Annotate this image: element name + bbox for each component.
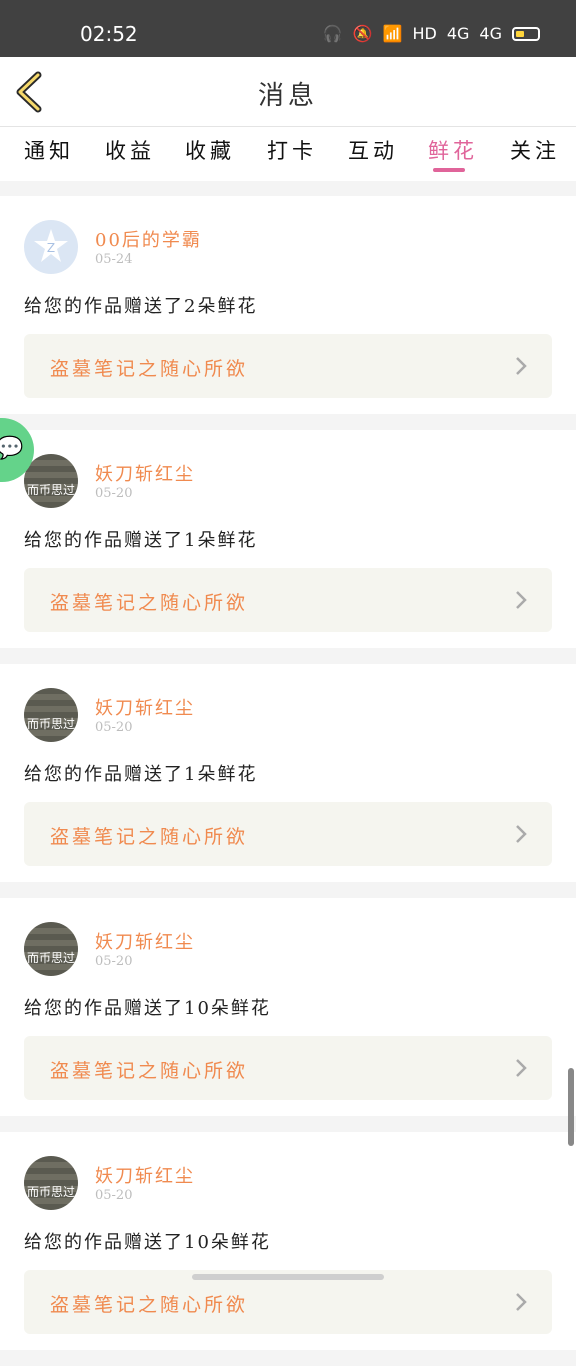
work-title: 盗墓笔记之随心所欲 xyxy=(50,1060,249,1082)
hd-label: HD xyxy=(412,24,437,43)
tab-earnings[interactable]: 收益 xyxy=(105,135,155,165)
message-text: 给您的作品赠送了2朵鲜花 xyxy=(24,296,258,317)
message-text: 给您的作品赠送了10朵鲜花 xyxy=(24,998,271,1019)
avatar-caption: 而币思过 xyxy=(26,483,75,497)
status-icons: 🎧 🔕 📶 HD 4G 4G xyxy=(323,24,540,43)
tab-checkin[interactable]: 打卡 xyxy=(267,135,317,165)
tab-notice[interactable]: 通知 xyxy=(24,135,74,165)
avatar[interactable]: Z xyxy=(24,220,78,274)
avatar[interactable]: 而币思过 xyxy=(24,1156,78,1210)
message-date: 05-24 xyxy=(95,252,133,267)
work-title: 盗墓笔记之随心所欲 xyxy=(50,592,249,614)
chevron-right-icon xyxy=(516,1293,527,1311)
message-date: 05-20 xyxy=(95,486,133,501)
tab-follow[interactable]: 关注 xyxy=(510,135,560,165)
page-title: 消息 xyxy=(257,81,318,111)
scrollbar-thumb[interactable] xyxy=(568,1068,574,1146)
message-text: 给您的作品赠送了10朵鲜花 xyxy=(24,1232,271,1253)
avatar-caption: 而币思过 xyxy=(26,951,75,965)
tab-flowers[interactable]: 鲜花 xyxy=(428,135,478,165)
work-link[interactable]: 盗墓笔记之随心所欲 xyxy=(24,1036,552,1100)
default-avatar-icon: Z xyxy=(34,229,68,262)
tab-interaction[interactable]: 互动 xyxy=(348,135,398,165)
signal-4g-icon-1: 4G xyxy=(446,24,470,43)
list-item: 而币思过 妖刀斩红尘 05-20 给您的作品赠送了10朵鲜花 盗墓笔记之随心所欲 xyxy=(0,1132,576,1350)
mute-icon: 🔕 xyxy=(352,24,373,43)
sender-name[interactable]: 妖刀斩红尘 xyxy=(95,928,195,954)
chat-bubble-icon: 💬 xyxy=(0,436,24,461)
message-list: Z 00后的学霸 05-24 给您的作品赠送了2朵鲜花 盗墓笔记之随心所欲 而币… xyxy=(0,196,576,1366)
page-header: 消息 xyxy=(0,57,576,127)
chevron-right-icon xyxy=(516,591,527,609)
sender-name[interactable]: 妖刀斩红尘 xyxy=(95,694,195,720)
work-link[interactable]: 盗墓笔记之随心所欲 xyxy=(24,334,552,398)
avatar[interactable]: 而币思过 xyxy=(24,688,78,742)
work-title: 盗墓笔记之随心所欲 xyxy=(50,826,249,848)
home-indicator[interactable] xyxy=(192,1274,384,1280)
work-link[interactable]: 盗墓笔记之随心所欲 xyxy=(24,802,552,866)
status-bar: 02:52 🎧 🔕 📶 HD 4G 4G xyxy=(0,0,576,57)
wifi-icon: 📶 xyxy=(382,24,403,43)
active-tab-indicator xyxy=(433,168,465,172)
svg-text:Z: Z xyxy=(47,241,55,255)
work-title: 盗墓笔记之随心所欲 xyxy=(50,358,249,380)
list-item: 而币思过 妖刀斩红尘 05-20 给您的作品赠送了10朵鲜花 盗墓笔记之随心所欲 xyxy=(0,898,576,1116)
message-text: 给您的作品赠送了1朵鲜花 xyxy=(24,530,258,551)
tab-favorites[interactable]: 收藏 xyxy=(185,135,235,165)
chevron-right-icon xyxy=(516,825,527,843)
headphones-icon: 🎧 xyxy=(322,24,343,43)
signal-4g-icon-2: 4G xyxy=(479,24,502,43)
avatar[interactable]: 而币思过 xyxy=(24,922,78,976)
sender-name[interactable]: 妖刀斩红尘 xyxy=(95,1162,195,1188)
work-title: 盗墓笔记之随心所欲 xyxy=(50,1294,249,1316)
battery-icon xyxy=(512,26,540,41)
sender-name[interactable]: 00后的学霸 xyxy=(95,226,202,252)
list-item: 而币思过 妖刀斩红尘 05-20 给您的作品赠送了1朵鲜花 盗墓笔记之随心所欲 xyxy=(0,664,576,882)
status-time: 02:52 xyxy=(80,22,138,46)
message-date: 05-20 xyxy=(95,1188,133,1203)
list-item: 而币思过 妖刀斩红尘 05-20 给您的作品赠送了1朵鲜花 盗墓笔记之随心所欲 xyxy=(0,430,576,648)
chevron-right-icon xyxy=(516,357,527,375)
message-text: 给您的作品赠送了1朵鲜花 xyxy=(24,764,258,785)
work-link[interactable]: 盗墓笔记之随心所欲 xyxy=(24,568,552,632)
list-item: Z 00后的学霸 05-24 给您的作品赠送了2朵鲜花 盗墓笔记之随心所欲 xyxy=(0,196,576,414)
avatar-caption: 而币思过 xyxy=(26,1185,75,1199)
avatar[interactable]: 而币思过 xyxy=(24,454,78,508)
tab-bar: 通知 收益 收藏 打卡 互动 鲜花 关注 xyxy=(0,127,576,181)
message-date: 05-20 xyxy=(95,954,133,969)
chevron-right-icon xyxy=(516,1059,527,1077)
sender-name[interactable]: 妖刀斩红尘 xyxy=(95,460,195,486)
message-date: 05-20 xyxy=(95,720,133,735)
avatar-caption: 而币思过 xyxy=(26,717,75,731)
